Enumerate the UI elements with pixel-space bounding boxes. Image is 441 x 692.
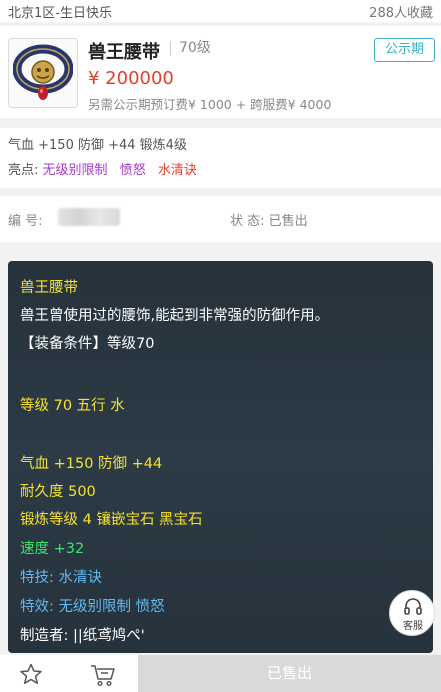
customer-service-label: 客服 xyxy=(403,621,423,632)
status-text: 状 态: 已售出 xyxy=(230,214,308,229)
desc-line: 等级 70 五行 水 xyxy=(20,398,125,414)
id-label: 编 号: xyxy=(8,214,43,229)
extra-fee: 另需公示期预订费¥ 1000 + 跨服费¥ 4000 xyxy=(88,97,332,112)
customer-service-button[interactable]: 客服 xyxy=(389,590,435,636)
public-period-badge[interactable]: 公示期 xyxy=(374,38,435,62)
desc-line: 耐久度 500 xyxy=(20,484,96,500)
top-bar: 北京1区-生日快乐 288人收藏 xyxy=(0,0,441,22)
item-card: 兽王腰带 70级 ¥ 200000 另需公示期预订费¥ 1000 + 跨服费¥ … xyxy=(0,26,441,118)
desc-line: 兽王腰带 xyxy=(20,280,78,296)
bottom-bar: 已售出 xyxy=(0,655,441,692)
item-thumbnail[interactable] xyxy=(8,38,78,108)
highlight-label: 亮点: xyxy=(8,163,39,178)
desc-line: 【装备条件】等级70 xyxy=(20,336,155,352)
highlight-tag: 愤怒 xyxy=(119,163,146,178)
headset-icon xyxy=(404,598,422,615)
star-icon[interactable] xyxy=(19,663,43,685)
desc-line: 特效: 无级别限制 愤怒 xyxy=(20,599,165,615)
item-level: 70级 xyxy=(170,41,211,56)
desc-line: 气血 +150 防御 +44 xyxy=(20,456,163,472)
desc-line: 锻炼等级 4 镶嵌宝石 黑宝石 xyxy=(20,512,203,528)
desc-line: 制造者: ||纸鸢鸠ぺ' xyxy=(20,628,145,644)
item-name: 兽王腰带 xyxy=(88,42,160,63)
desc-line: 速度 +32 xyxy=(20,541,85,557)
favorite-count: 288人收藏 xyxy=(369,6,433,21)
id-value-redacted xyxy=(58,208,120,226)
belt-icon xyxy=(13,44,73,100)
highlight-tag: 水清诀 xyxy=(157,163,197,178)
item-description-panel: 兽王腰带 兽王曾使用过的腰饰,能起到非常强的防御作用。 【装备条件】等级70 等… xyxy=(8,261,433,653)
highlight-tag: 无级别限制 xyxy=(42,163,108,178)
desc-line: 兽王曾使用过的腰饰,能起到非常强的防御作用。 xyxy=(20,308,330,324)
desc-line: 特技: 水清诀 xyxy=(20,570,102,586)
attribute-panel: 气血 +150 防御 +44 锻炼4级 亮点: 无级别限制 愤怒 水清诀 xyxy=(0,128,441,188)
server-name: 北京1区-生日快乐 xyxy=(8,6,112,21)
item-price: ¥ 200000 xyxy=(88,68,174,89)
sold-button[interactable]: 已售出 xyxy=(138,655,441,692)
highlights-row: 亮点: 无级别限制 愤怒 水清诀 xyxy=(8,159,205,178)
info-panel: 编 号: 状 态: 已售出 xyxy=(0,196,441,242)
cart-icon[interactable] xyxy=(90,663,116,687)
attribute-summary: 气血 +150 防御 +44 锻炼4级 xyxy=(8,138,187,153)
